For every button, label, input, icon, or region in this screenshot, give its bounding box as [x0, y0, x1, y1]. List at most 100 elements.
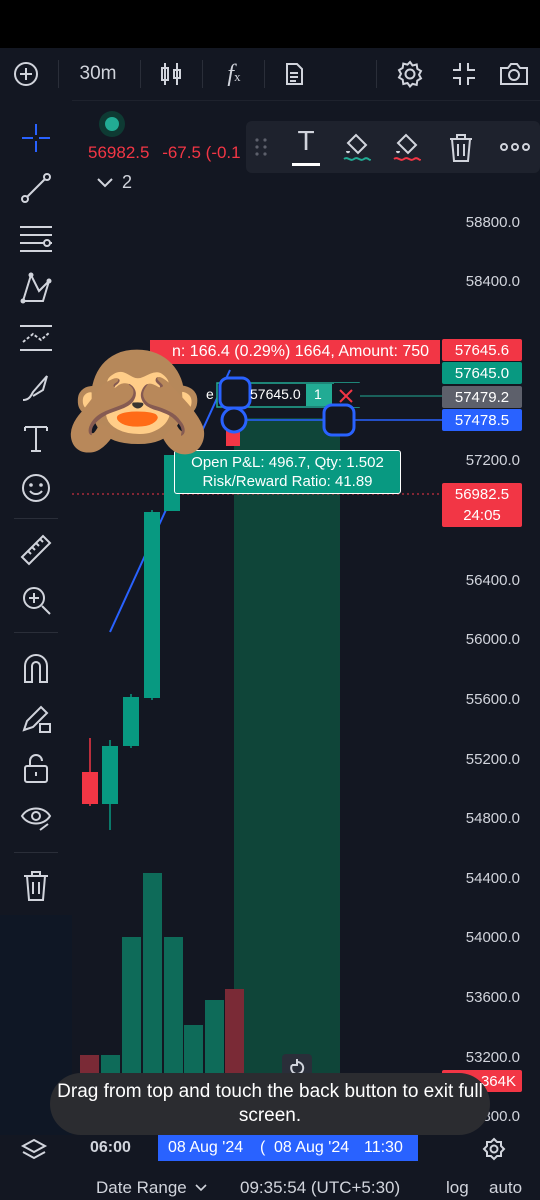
border-color-button[interactable]: [392, 129, 422, 168]
stop-price-tag-gray: 57479.2: [442, 386, 522, 408]
time-range-end-time: 11:30: [364, 1139, 403, 1156]
pattern-icon: [20, 272, 52, 304]
green-dot-icon: [99, 111, 125, 137]
last-price-tag: 56982.5 24:05: [442, 483, 522, 527]
chart-canvas[interactable]: [72, 100, 540, 1135]
time-tick: 06:00: [90, 1139, 131, 1156]
legend-collapse-toggle[interactable]: 2: [96, 172, 132, 193]
price-axis-label: 58800.0: [465, 214, 520, 231]
emoji-tool[interactable]: [14, 466, 58, 510]
see-no-evil-monkey-sticker[interactable]: 🙈: [64, 320, 211, 480]
trash-icon: [24, 871, 48, 901]
trend-line-tool[interactable]: [14, 166, 58, 210]
entry-handle[interactable]: [218, 376, 252, 410]
price-axis-label: 53200.0: [465, 1049, 520, 1066]
legend-count: 2: [122, 172, 133, 192]
collapse-icon: [453, 63, 475, 85]
settings-button[interactable]: [390, 48, 430, 100]
toolbar-divider: [264, 60, 265, 88]
prediction-tool[interactable]: [14, 316, 58, 360]
price-axis-label: 54400.0: [465, 870, 520, 887]
magnet-tool[interactable]: [14, 646, 58, 690]
indicators-button[interactable]: fx: [216, 48, 252, 100]
zoom-in-icon: [23, 587, 51, 615]
delete-drawing-button[interactable]: [448, 133, 474, 168]
chart-toolbar: 30m fx: [0, 48, 540, 101]
toolbar-divider: [376, 60, 377, 88]
horizontal-lines-tool[interactable]: [14, 216, 58, 260]
exit-fullscreen-button[interactable]: [444, 48, 484, 100]
eye-icon: [20, 807, 52, 831]
trend-line-icon: [21, 173, 51, 203]
candles-icon: [161, 63, 181, 85]
brush-icon: [22, 375, 48, 401]
system-status-bar: [0, 0, 540, 48]
tool-divider: [14, 518, 58, 519]
paint-bucket-red-icon: [393, 133, 421, 161]
legend-last-price: 56982.5: [88, 143, 150, 162]
trash-icon: [450, 134, 472, 162]
interval-button[interactable]: 30m: [72, 48, 124, 100]
time-axis[interactable]: 06:00 08 Aug '24 ( 08 Aug '24 11:30: [72, 1135, 540, 1165]
parallel-lines-icon: [20, 226, 52, 252]
document-icon: [286, 63, 303, 85]
text-icon: [24, 426, 48, 452]
notes-button[interactable]: [278, 48, 310, 100]
fullscreen-toast: Drag from top and touch the back button …: [50, 1073, 490, 1135]
price-axis-label: 58400.0: [465, 273, 520, 290]
more-options-button[interactable]: [500, 135, 530, 160]
crosshair-tool[interactable]: [14, 116, 58, 160]
ruler-tool[interactable]: [14, 528, 58, 572]
chart-settings-button[interactable]: [482, 1137, 506, 1166]
gear-icon: [397, 60, 423, 88]
bottom-bar: Date Range 09:35:54 (UTC+5:30) log auto: [0, 1165, 540, 1200]
lock-drawings-tool[interactable]: [14, 746, 58, 790]
fx-icon: fx: [227, 60, 241, 87]
chart-type-button[interactable]: [154, 48, 188, 100]
clock-timezone[interactable]: 09:35:54 (UTC+5:30): [240, 1178, 400, 1198]
zoom-in-tool[interactable]: [14, 578, 58, 622]
price-axis-label: 54800.0: [465, 810, 520, 827]
entry-price-tag: 57645.0: [442, 362, 522, 384]
tool-divider: [14, 852, 58, 853]
auto-scale-toggle[interactable]: auto: [489, 1178, 522, 1198]
date-range-button[interactable]: Date Range: [96, 1178, 207, 1198]
time-range-separator: (: [260, 1139, 266, 1156]
status-dot: [98, 110, 126, 143]
price-axis-label: 56000.0: [465, 631, 520, 648]
crosshair-icon: [22, 124, 50, 152]
stop-width-handle[interactable]: [322, 403, 356, 437]
entry-value-label: 57645.0: [250, 386, 301, 402]
brush-tool[interactable]: [14, 366, 58, 410]
last-price-value: 56982.5: [454, 486, 510, 503]
remove-drawings-tool[interactable]: [14, 864, 58, 908]
magnet-icon: [24, 654, 48, 683]
gear-icon: [482, 1137, 506, 1161]
text-tool[interactable]: [14, 416, 58, 460]
ruler-icon: [20, 534, 52, 566]
pattern-tool[interactable]: [14, 266, 58, 310]
time-range-start: 08 Aug '24: [168, 1139, 244, 1156]
drag-handle[interactable]: [254, 137, 268, 162]
chevron-down-icon: [195, 1184, 207, 1192]
toolbar-divider: [140, 60, 141, 88]
candle: [102, 746, 118, 804]
risk-reward-line: Risk/Reward Ratio: 41.89: [202, 473, 373, 490]
stop-handle[interactable]: [220, 406, 248, 434]
more-dots-icon: [500, 143, 530, 151]
paint-bucket-icon: [343, 133, 371, 161]
background-color-button[interactable]: [342, 129, 372, 168]
target-price-tag: 57645.6: [442, 339, 522, 361]
text-color-swatch: [292, 163, 320, 166]
stay-in-drawing-mode-tool[interactable]: [14, 696, 58, 740]
price-axis-label: 54000.0: [465, 929, 520, 946]
log-scale-toggle[interactable]: log: [446, 1178, 469, 1198]
text-style-button[interactable]: T: [288, 125, 324, 169]
candle-countdown: 24:05: [463, 507, 501, 524]
floating-drawing-toolbar: T: [246, 121, 540, 173]
snapshot-button[interactable]: [494, 48, 534, 100]
candle: [144, 512, 160, 698]
text-icon: T: [297, 125, 315, 156]
add-symbol-button[interactable]: [8, 48, 44, 100]
hide-drawings-tool[interactable]: [14, 796, 58, 840]
